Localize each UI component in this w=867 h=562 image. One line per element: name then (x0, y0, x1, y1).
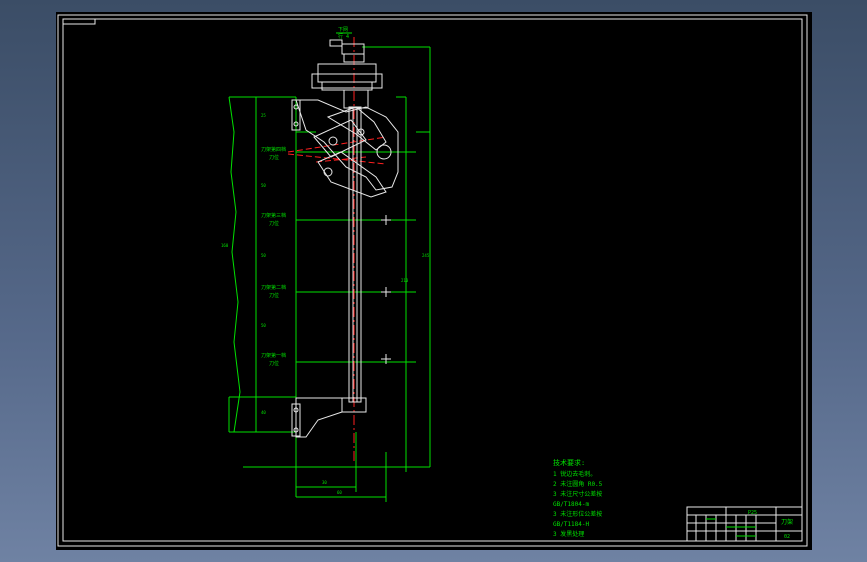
note-6: GB/T1184-H (553, 521, 590, 528)
label-slot-1-pos: 刀位 (269, 360, 279, 367)
inner-border (62, 18, 803, 542)
title-block-scale: P25 (748, 510, 757, 516)
dim-60: 60 (337, 490, 342, 495)
drawing-viewport[interactable]: 下网 行 4 刀架第四档 刀位 刀架第三档 刀位 刀架第二档 刀位 刀架第一档 … (56, 12, 812, 550)
dim-40: 40 (261, 410, 266, 415)
dim-25: 25 (261, 113, 266, 118)
dim-160: 160 (221, 243, 229, 248)
note-3: 3 未注尺寸公差按 (553, 490, 602, 498)
title-block-name: 刀架 (781, 518, 793, 526)
label-slot-1: 刀架第一档 (261, 352, 286, 359)
corner-tag (62, 18, 96, 25)
top-label-sub: 行 4 (338, 33, 349, 40)
dim-210: 210 (401, 278, 409, 283)
note-5: 3 未注形位公差按 (553, 510, 602, 518)
label-slot-4: 刀架第四档 (261, 146, 286, 153)
title-block-sheet: 02 (784, 534, 790, 540)
tool-post-assembly (291, 39, 399, 438)
label-slot-4-pos: 刀位 (269, 154, 279, 161)
label-slot-3: 刀架第三档 (261, 212, 286, 219)
note-1: 1 锐边去毛刺。 (553, 470, 596, 478)
dim-245: 245 (422, 253, 430, 258)
top-label: 下网 (338, 27, 348, 33)
note-4: GB/T1804-m (553, 501, 590, 508)
dim-50c: 50 (261, 323, 266, 328)
label-slot-2-pos: 刀位 (269, 292, 279, 299)
dim-50a: 50 (261, 183, 266, 188)
dim-30: 30 (322, 480, 327, 485)
outer-border (57, 14, 808, 547)
dim-50b: 50 (261, 253, 266, 258)
cad-drawing: 下网 行 4 刀架第四档 刀位 刀架第三档 刀位 刀架第二档 刀位 刀架第一档 … (57, 14, 808, 547)
note-2: 2 未注圆角 R0.5 (553, 480, 603, 488)
dimension-lines (228, 46, 431, 502)
notes-title: 技术要求: (553, 458, 585, 467)
note-7: 3 发黑处理 (553, 530, 584, 538)
label-slot-2: 刀架第二档 (261, 284, 286, 291)
label-slot-3-pos: 刀位 (269, 220, 279, 227)
title-block: P25 刀架 02 (686, 506, 803, 542)
technical-notes: 技术要求: 1 锐边去毛刺。 2 未注圆角 R0.5 3 未注尺寸公差按 GB/… (553, 458, 603, 538)
